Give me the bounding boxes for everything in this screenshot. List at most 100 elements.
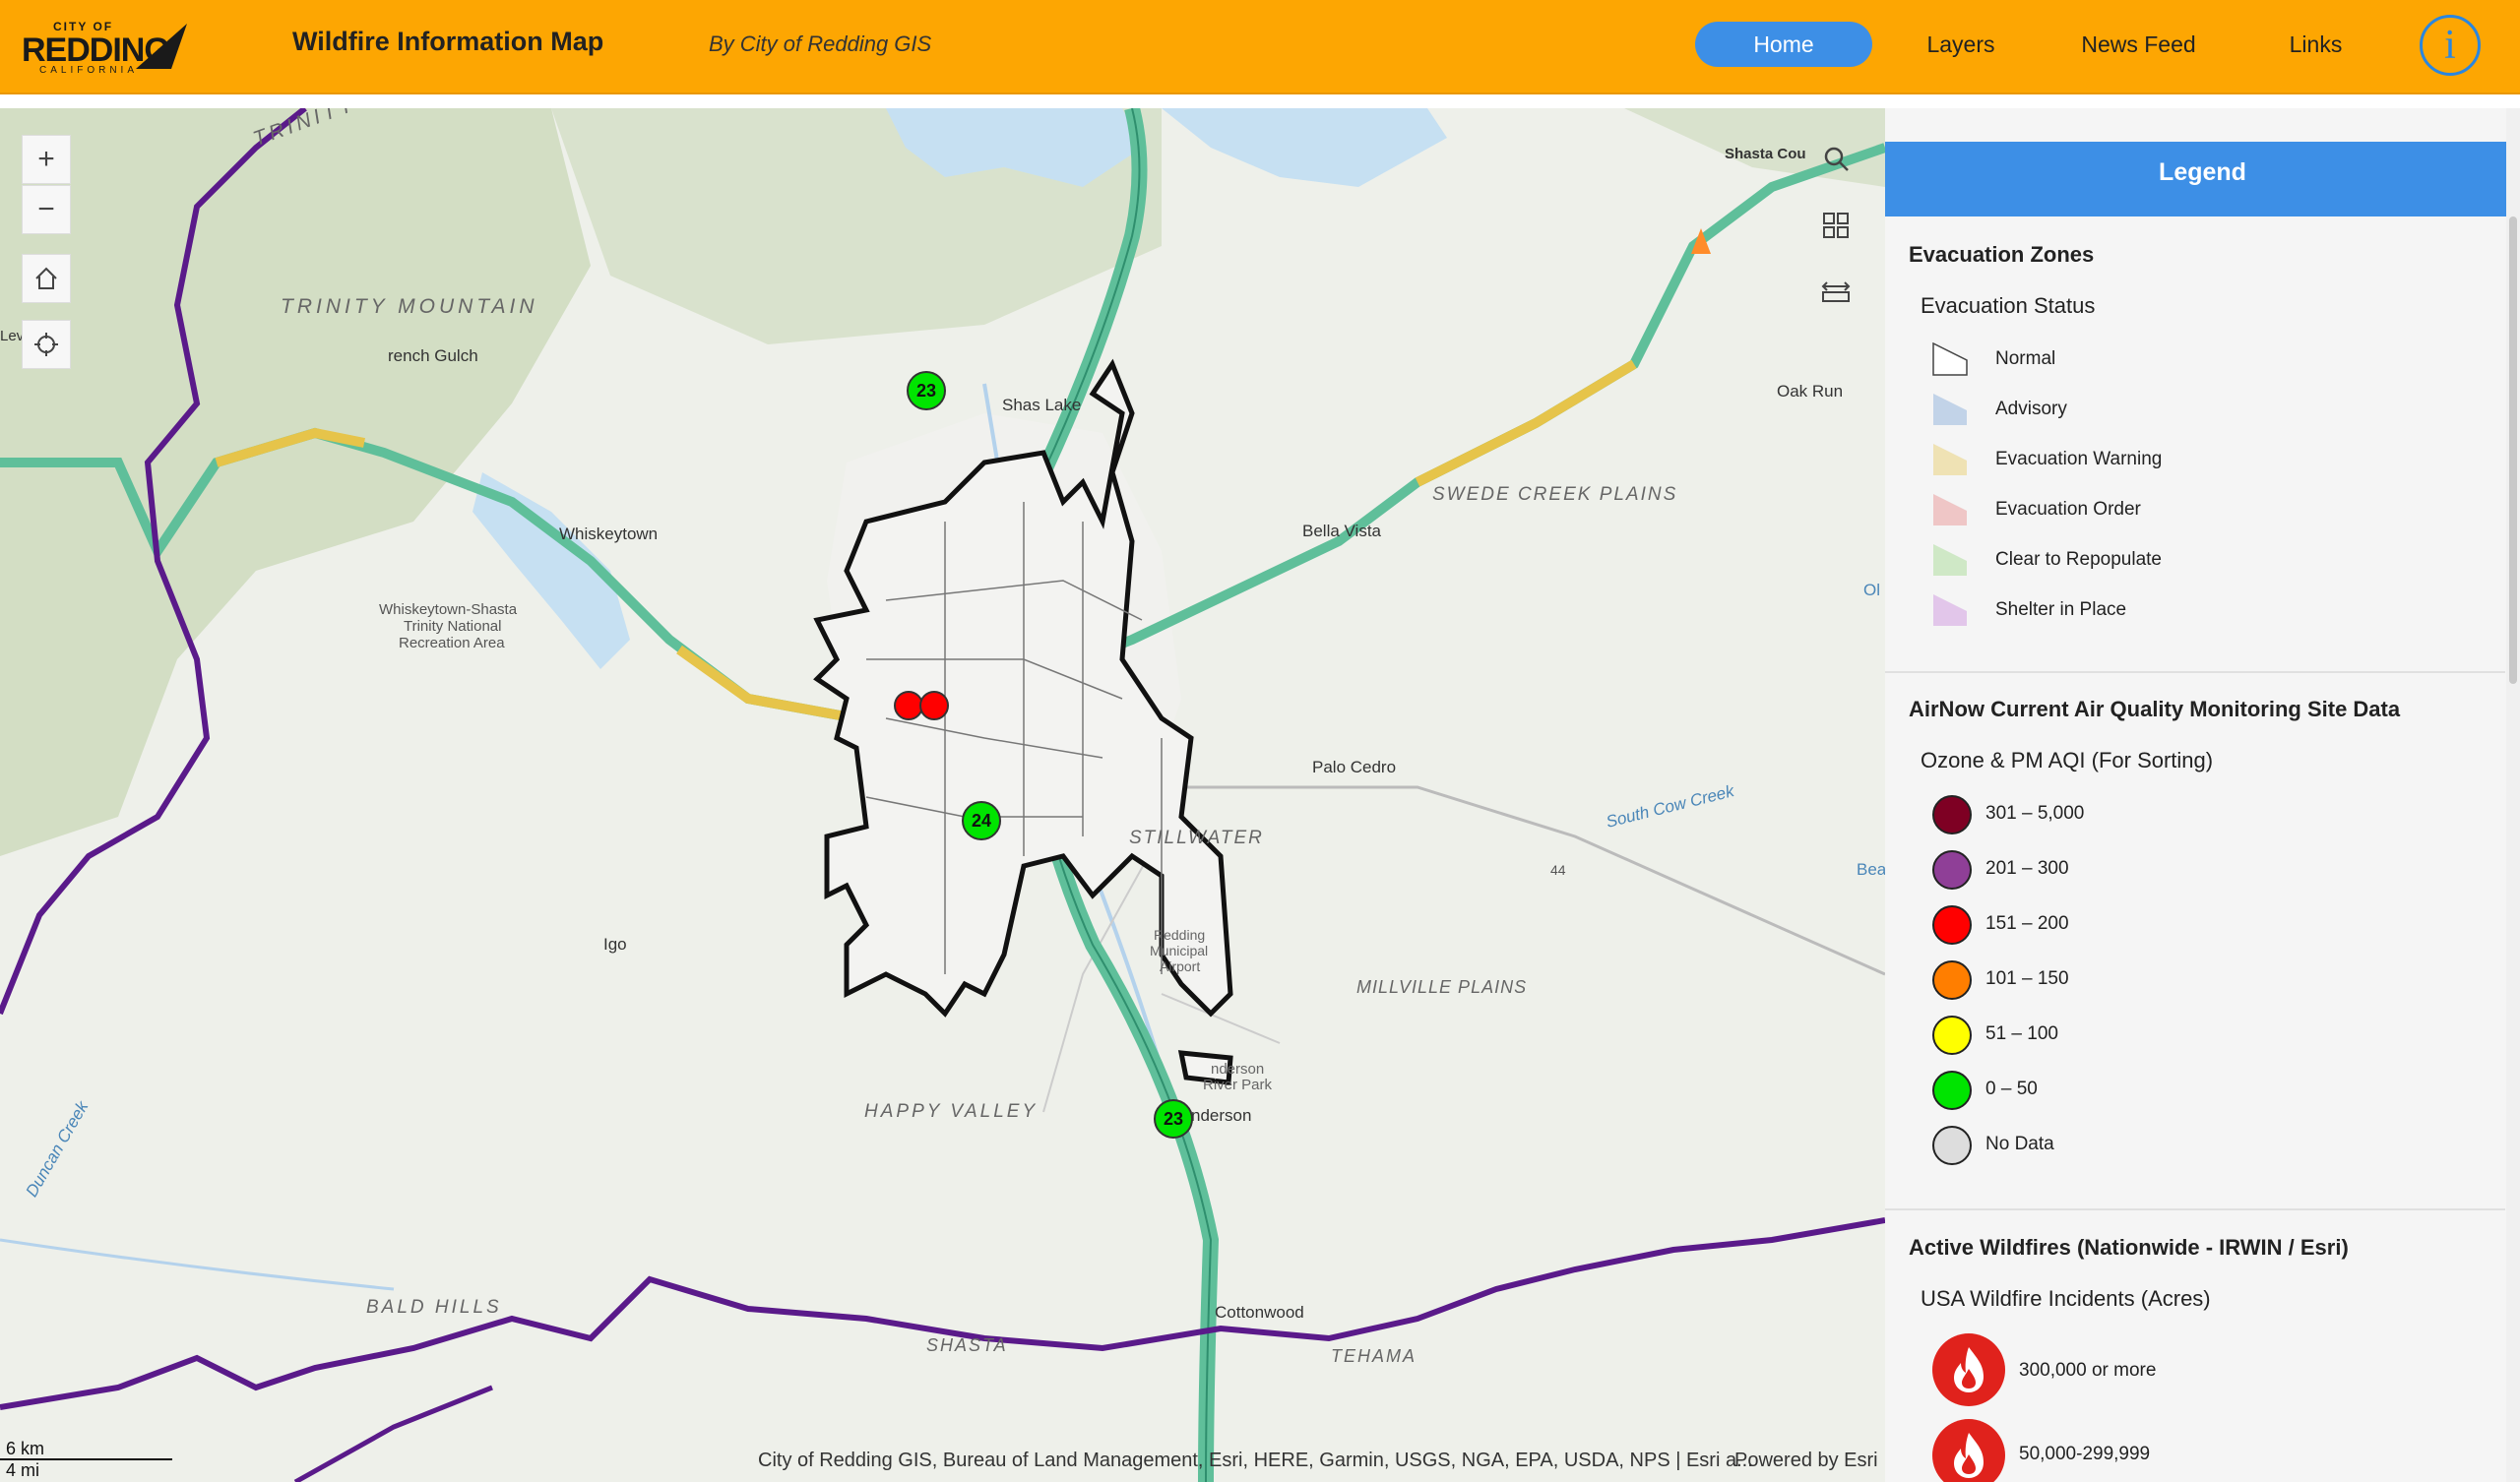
map-label-lev: Lev <box>0 328 25 344</box>
fire-legend-label: 50,000-299,999 <box>2019 1444 2151 1464</box>
map-label-french-gulch: rench Gulch <box>388 346 478 365</box>
normal-swatch <box>1932 342 1968 376</box>
map-label-ol: Ol <box>1863 581 1880 599</box>
nav-links[interactable]: Links <box>2269 22 2362 67</box>
aqi-marker[interactable]: 23 <box>907 371 946 410</box>
map-label-anderson-rp: nderson <box>1211 1061 1265 1078</box>
legend-label: 101 – 150 <box>1985 968 2069 989</box>
fire-icon <box>1932 1419 2005 1482</box>
warning-swatch <box>1933 444 1967 475</box>
zoom-in-button[interactable]: + <box>22 135 71 184</box>
basemap-gallery-button[interactable] <box>1811 202 1860 251</box>
legend-label: Evacuation Order <box>1995 499 2141 520</box>
map-label-whiskeytown: Whiskeytown <box>559 525 659 543</box>
aqi-dot-201 <box>1932 850 1972 890</box>
legend-label: Evacuation Warning <box>1995 449 2163 469</box>
legend-title: Legend <box>1885 142 2520 216</box>
map-label-igo: Igo <box>603 935 627 954</box>
scrollbar-thumb[interactable] <box>2509 216 2517 684</box>
legend-scrollbar[interactable] <box>2506 108 2520 1482</box>
aqi-marker[interactable]: 23 <box>1154 1099 1193 1139</box>
map-label-shasta: SHASTA <box>926 1335 1008 1355</box>
aqi-dot-51 <box>1932 1016 1972 1055</box>
zoom-out-button[interactable]: − <box>22 185 71 234</box>
map-label-bella-vista: Bella Vista <box>1302 522 1382 540</box>
scale-km: 6 km <box>6 1439 45 1458</box>
map-label-anderson: nderson <box>1191 1106 1252 1125</box>
advisory-swatch <box>1933 394 1967 425</box>
legend-label: 201 – 300 <box>1985 858 2069 879</box>
map-label-tehama: TEHAMA <box>1331 1346 1418 1366</box>
legend-label: Shelter in Place <box>1995 599 2127 620</box>
map-label-swede-creek: SWEDE CREEK PLAINS <box>1432 484 1678 505</box>
info-button[interactable]: i <box>2420 15 2481 76</box>
map-label-trinity-mountain: TRINITY MOUNTAIN <box>281 295 538 318</box>
legend-divider <box>1885 671 2505 673</box>
map-label-shasta-county: Shasta Cou <box>1725 146 1806 162</box>
legend-panel: Legend Evacuation Zones Evacuation Statu… <box>1885 108 2520 1482</box>
measure-button[interactable] <box>1811 269 1860 318</box>
search-icon <box>1824 147 1849 171</box>
map-view[interactable]: TRINITY TRINITY MOUNTAIN rench Gulch Whi… <box>0 108 1885 1482</box>
map-label-river-park: River Park <box>1203 1077 1273 1093</box>
repopulate-swatch <box>1933 544 1967 576</box>
map-label-cottonwood: Cottonwood <box>1215 1303 1304 1322</box>
map-label-shasta-lake: Shas Lake <box>1002 396 1082 414</box>
evacuation-subtitle: Evacuation Status <box>1921 293 2096 318</box>
map-label-stillwater: STILLWATER <box>1129 828 1264 848</box>
app-subtitle: By City of Redding GIS <box>709 31 932 56</box>
legend-label: Clear to Repopulate <box>1995 549 2162 570</box>
logo-swoosh-icon <box>136 24 187 69</box>
shelter-swatch <box>1933 594 1967 626</box>
map-label-bald-hills: BALD HILLS <box>366 1297 502 1318</box>
legend-label: 301 – 5,000 <box>1985 803 2085 824</box>
scale-mi: 4 mi <box>6 1460 40 1480</box>
legend-label: Normal <box>1995 348 2056 369</box>
aqi-marker-red[interactable] <box>919 691 949 720</box>
fire-icon <box>1932 1333 2005 1406</box>
map-label-bea: Bea <box>1857 860 1885 879</box>
aqi-dot-101 <box>1932 960 1972 1000</box>
map-attribution[interactable]: City of Redding GIS, Bureau of Land Mana… <box>758 1450 1753 1472</box>
flame-icon <box>1954 1433 1984 1478</box>
wildfires-section-title: Active Wildfires (Nationwide - IRWIN / E… <box>1909 1235 2349 1260</box>
app-title: Wildfire Information Map <box>292 27 604 56</box>
locate-button[interactable] <box>22 320 71 369</box>
map-label-hwy-44: 44 <box>1550 862 1566 878</box>
search-button[interactable] <box>1811 135 1860 184</box>
locate-icon <box>34 333 58 356</box>
nav-home[interactable]: Home <box>1695 22 1872 67</box>
scale-bar: 6 km 4 mi <box>0 1437 172 1482</box>
airnow-subtitle: Ozone & PM AQI (For Sorting) <box>1921 748 2214 772</box>
aqi-dot-301 <box>1932 795 1972 834</box>
map-label-nra-1: Whiskeytown-Shasta <box>379 601 518 618</box>
powered-by-esri[interactable]: Powered by Esri <box>1734 1450 1878 1472</box>
map-label-oak-run: Oak Run <box>1777 382 1844 401</box>
map-label-airport-1: Redding <box>1154 927 1206 943</box>
measure-icon <box>1821 281 1851 302</box>
aqi-marker[interactable]: 24 <box>962 801 1001 840</box>
app-header: CITY OF REDDING CALIFORNIA Wildfire Info… <box>0 0 2520 94</box>
city-logo[interactable]: CITY OF REDDING CALIFORNIA <box>22 20 187 76</box>
legend-label: Advisory <box>1995 399 2067 419</box>
map-label-millville: MILLVILLE PLAINS <box>1356 977 1528 997</box>
legend-label: 51 – 100 <box>1985 1023 2058 1044</box>
logo-state-text: CALIFORNIA <box>39 65 139 76</box>
fire-legend-label: 300,000 or more <box>2019 1360 2157 1381</box>
aqi-dot-0 <box>1932 1071 1972 1110</box>
legend-label: 151 – 200 <box>1985 913 2069 934</box>
legend-label: No Data <box>1985 1134 2054 1154</box>
map-label-nra-2: Trinity National <box>404 618 502 635</box>
map-label-nra-3: Recreation Area <box>399 635 505 651</box>
evacuation-section-title: Evacuation Zones <box>1909 242 2095 267</box>
home-extent-button[interactable] <box>22 254 71 303</box>
aqi-dot-151 <box>1932 905 1972 945</box>
home-icon <box>35 267 57 289</box>
legend-divider <box>1885 1208 2505 1210</box>
wildfires-subtitle: USA Wildfire Incidents (Acres) <box>1921 1286 2211 1311</box>
nav-news-feed[interactable]: News Feed <box>2067 22 2210 67</box>
flame-icon <box>1954 1347 1984 1392</box>
legend-label: 0 – 50 <box>1985 1079 2038 1099</box>
nav-layers[interactable]: Layers <box>1907 22 2015 67</box>
map-label-airport-2: Municipal <box>1150 943 1209 958</box>
